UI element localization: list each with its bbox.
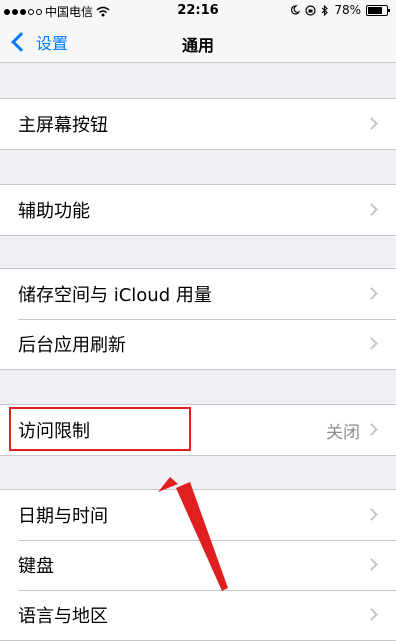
annotation-arrow-icon [158,477,228,591]
